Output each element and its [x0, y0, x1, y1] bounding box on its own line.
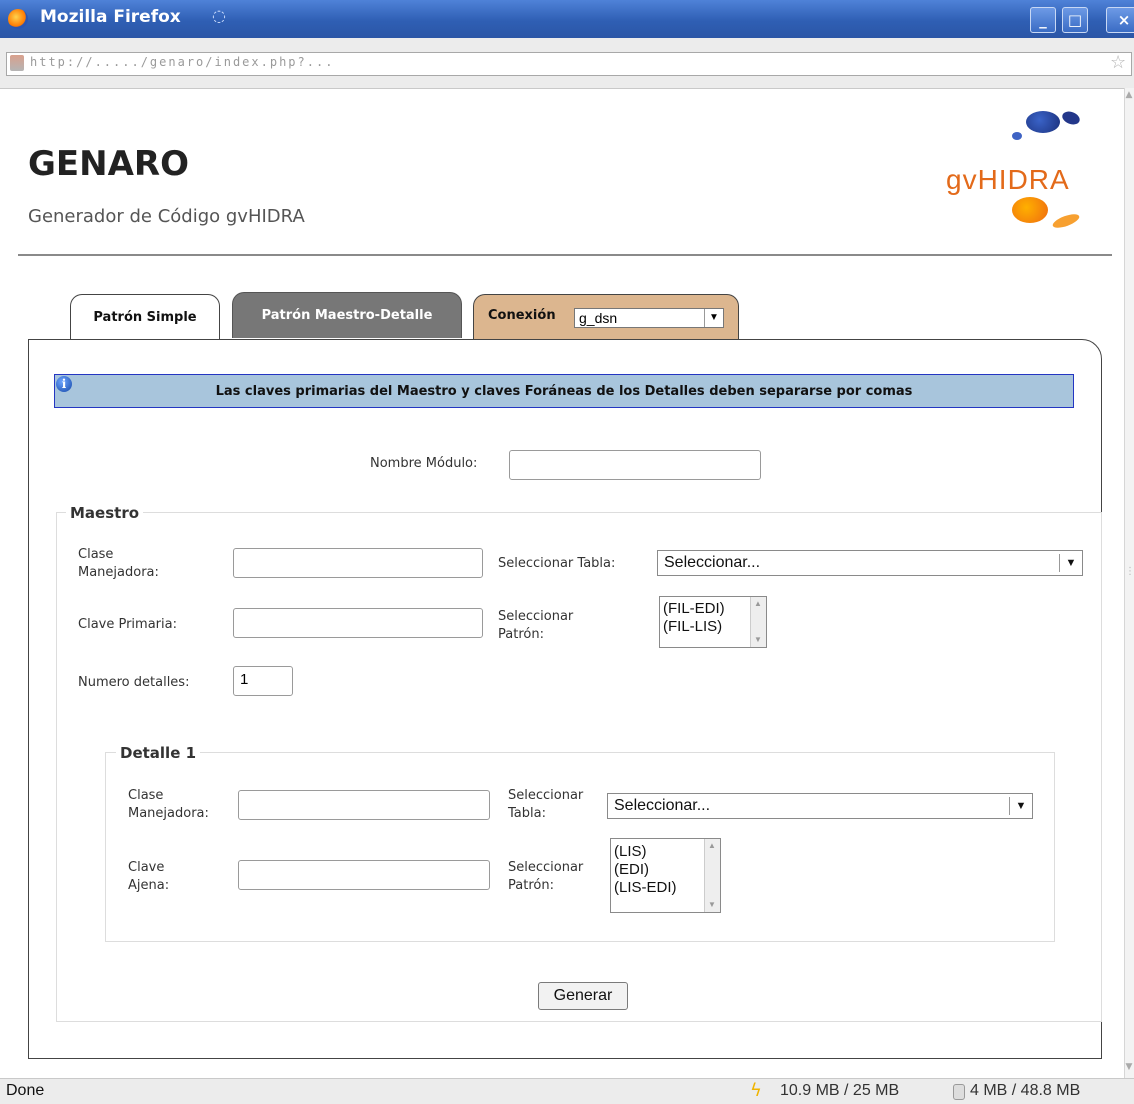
list-item[interactable]: (LIS) [614, 843, 647, 860]
bookmark-star-icon[interactable]: ☆ [1110, 52, 1126, 73]
detalle-clase-manejadora-input[interactable] [238, 790, 490, 820]
tab-conexion[interactable]: Conexión g_dsn ▼ [473, 294, 739, 340]
listbox-scrollbar[interactable]: ▲ ▼ [750, 597, 766, 647]
detalle-clave-label-1: Clave [128, 860, 165, 875]
logo-orange-blob-icon [1012, 197, 1048, 223]
minimize-button[interactable]: _ [1030, 7, 1056, 33]
close-button[interactable]: × [1106, 7, 1134, 33]
status-text: Done [6, 1082, 45, 1099]
detalle-clave-ajena-input[interactable] [238, 860, 490, 890]
storage-icon [953, 1084, 965, 1100]
numero-detalles-input[interactable]: 1 [233, 666, 293, 696]
maestro-clase-label-1: Clase [78, 547, 114, 562]
detalle-tabla-selected: Seleccionar... [614, 797, 711, 814]
detalle-clave-label-2: Ajena: [128, 878, 170, 893]
memory-usage: 10.9 MB / 25 MB [780, 1082, 900, 1099]
tab-patron-simple[interactable]: Patrón Simple [70, 294, 220, 340]
detalle-patron-label-2: Patrón: [508, 878, 554, 893]
tab-patron-maestro-detalle[interactable]: Patrón Maestro-Detalle [232, 292, 462, 338]
chevron-up-icon[interactable]: ▲ [705, 839, 719, 853]
detalle-patron-listbox[interactable]: (LIS) (EDI) (LIS-EDI) ▲ ▼ [610, 838, 721, 913]
list-item[interactable]: (LIS-EDI) [614, 879, 677, 896]
logo-blue-dot-icon [1012, 132, 1022, 140]
maestro-clase-manejadora-input[interactable] [233, 548, 483, 578]
maestro-tabla-select[interactable]: Seleccionar... ▼ [657, 550, 1083, 576]
conexion-selected-value: g_dsn [579, 310, 618, 326]
chevron-down-icon[interactable]: ▼ [1009, 797, 1032, 815]
numero-detalles-label: Numero detalles: [78, 675, 190, 690]
maximize-button[interactable]: □ [1062, 7, 1088, 33]
url-text[interactable]: http://...../genaro/index.php?... [30, 55, 730, 69]
detalle-fieldset [105, 752, 1055, 942]
scroll-up-icon[interactable]: ▲ [1124, 90, 1134, 102]
info-message: Las claves primarias del Maestro y clave… [215, 384, 913, 399]
chevron-down-icon[interactable]: ▼ [704, 309, 723, 327]
detalle-tabla-label-2: Tabla: [508, 806, 546, 821]
logo-text: gvHIDRA [946, 164, 1070, 195]
window-title: Mozilla Firefox [40, 7, 181, 27]
maestro-patron-listbox[interactable]: (FIL-EDI) (FIL-LIS) ▲ ▼ [659, 596, 767, 648]
list-item[interactable]: (FIL-LIS) [663, 618, 722, 635]
firefox-icon [8, 9, 28, 29]
page-subtitle: Generador de Código gvHIDRA [28, 206, 305, 227]
tab-conexion-label: Conexión [488, 308, 556, 323]
chevron-up-icon[interactable]: ▲ [751, 597, 765, 611]
chevron-down-icon[interactable]: ▼ [751, 633, 765, 647]
list-item[interactable]: (FIL-EDI) [663, 600, 725, 617]
header-divider [18, 254, 1112, 256]
generar-button[interactable]: Generar [538, 982, 628, 1010]
detalle-legend: Detalle 1 [116, 744, 201, 762]
maestro-patron-label-1: Seleccionar [498, 609, 574, 624]
detalle-clase-label-1: Clase [128, 788, 164, 803]
maestro-legend: Maestro [66, 504, 144, 522]
maestro-tabla-selected: Seleccionar... [664, 554, 761, 571]
storage-usage: 4 MB / 48.8 MB [970, 1082, 1081, 1099]
detalle-patron-label-1: Seleccionar [508, 860, 584, 875]
maestro-patron-label-2: Patrón: [498, 627, 544, 642]
maestro-clave-primaria-input[interactable] [233, 608, 483, 638]
detalle-tabla-select[interactable]: Seleccionar... ▼ [607, 793, 1033, 819]
listbox-scrollbar[interactable]: ▲ ▼ [704, 839, 720, 912]
maestro-seleccionar-tabla-label: Seleccionar Tabla: [498, 556, 616, 571]
lightning-icon: ϟ [750, 1080, 762, 1101]
maestro-clase-label-2: Manejadora: [78, 565, 159, 580]
conexion-select[interactable]: g_dsn ▼ [574, 308, 724, 328]
nombre-modulo-label: Nombre Módulo: [370, 456, 478, 471]
site-favicon-icon [10, 55, 24, 71]
title-swirl-icon: ◌ [212, 6, 226, 25]
list-item[interactable]: (EDI) [614, 861, 649, 878]
detalle-tabla-label-1: Seleccionar [508, 788, 584, 803]
detalle-clase-label-2: Manejadora: [128, 806, 209, 821]
chevron-down-icon[interactable]: ▼ [1059, 554, 1082, 572]
scroll-down-icon[interactable]: ▼ [1124, 1062, 1134, 1074]
logo-blue-blob-icon [1026, 111, 1060, 133]
maestro-clave-primaria-label: Clave Primaria: [78, 617, 177, 632]
chevron-down-icon[interactable]: ▼ [705, 898, 719, 912]
nombre-modulo-input[interactable] [509, 450, 761, 480]
scroll-grip-icon[interactable]: ⋮ [1125, 566, 1134, 586]
page-title: GENARO [28, 144, 189, 184]
